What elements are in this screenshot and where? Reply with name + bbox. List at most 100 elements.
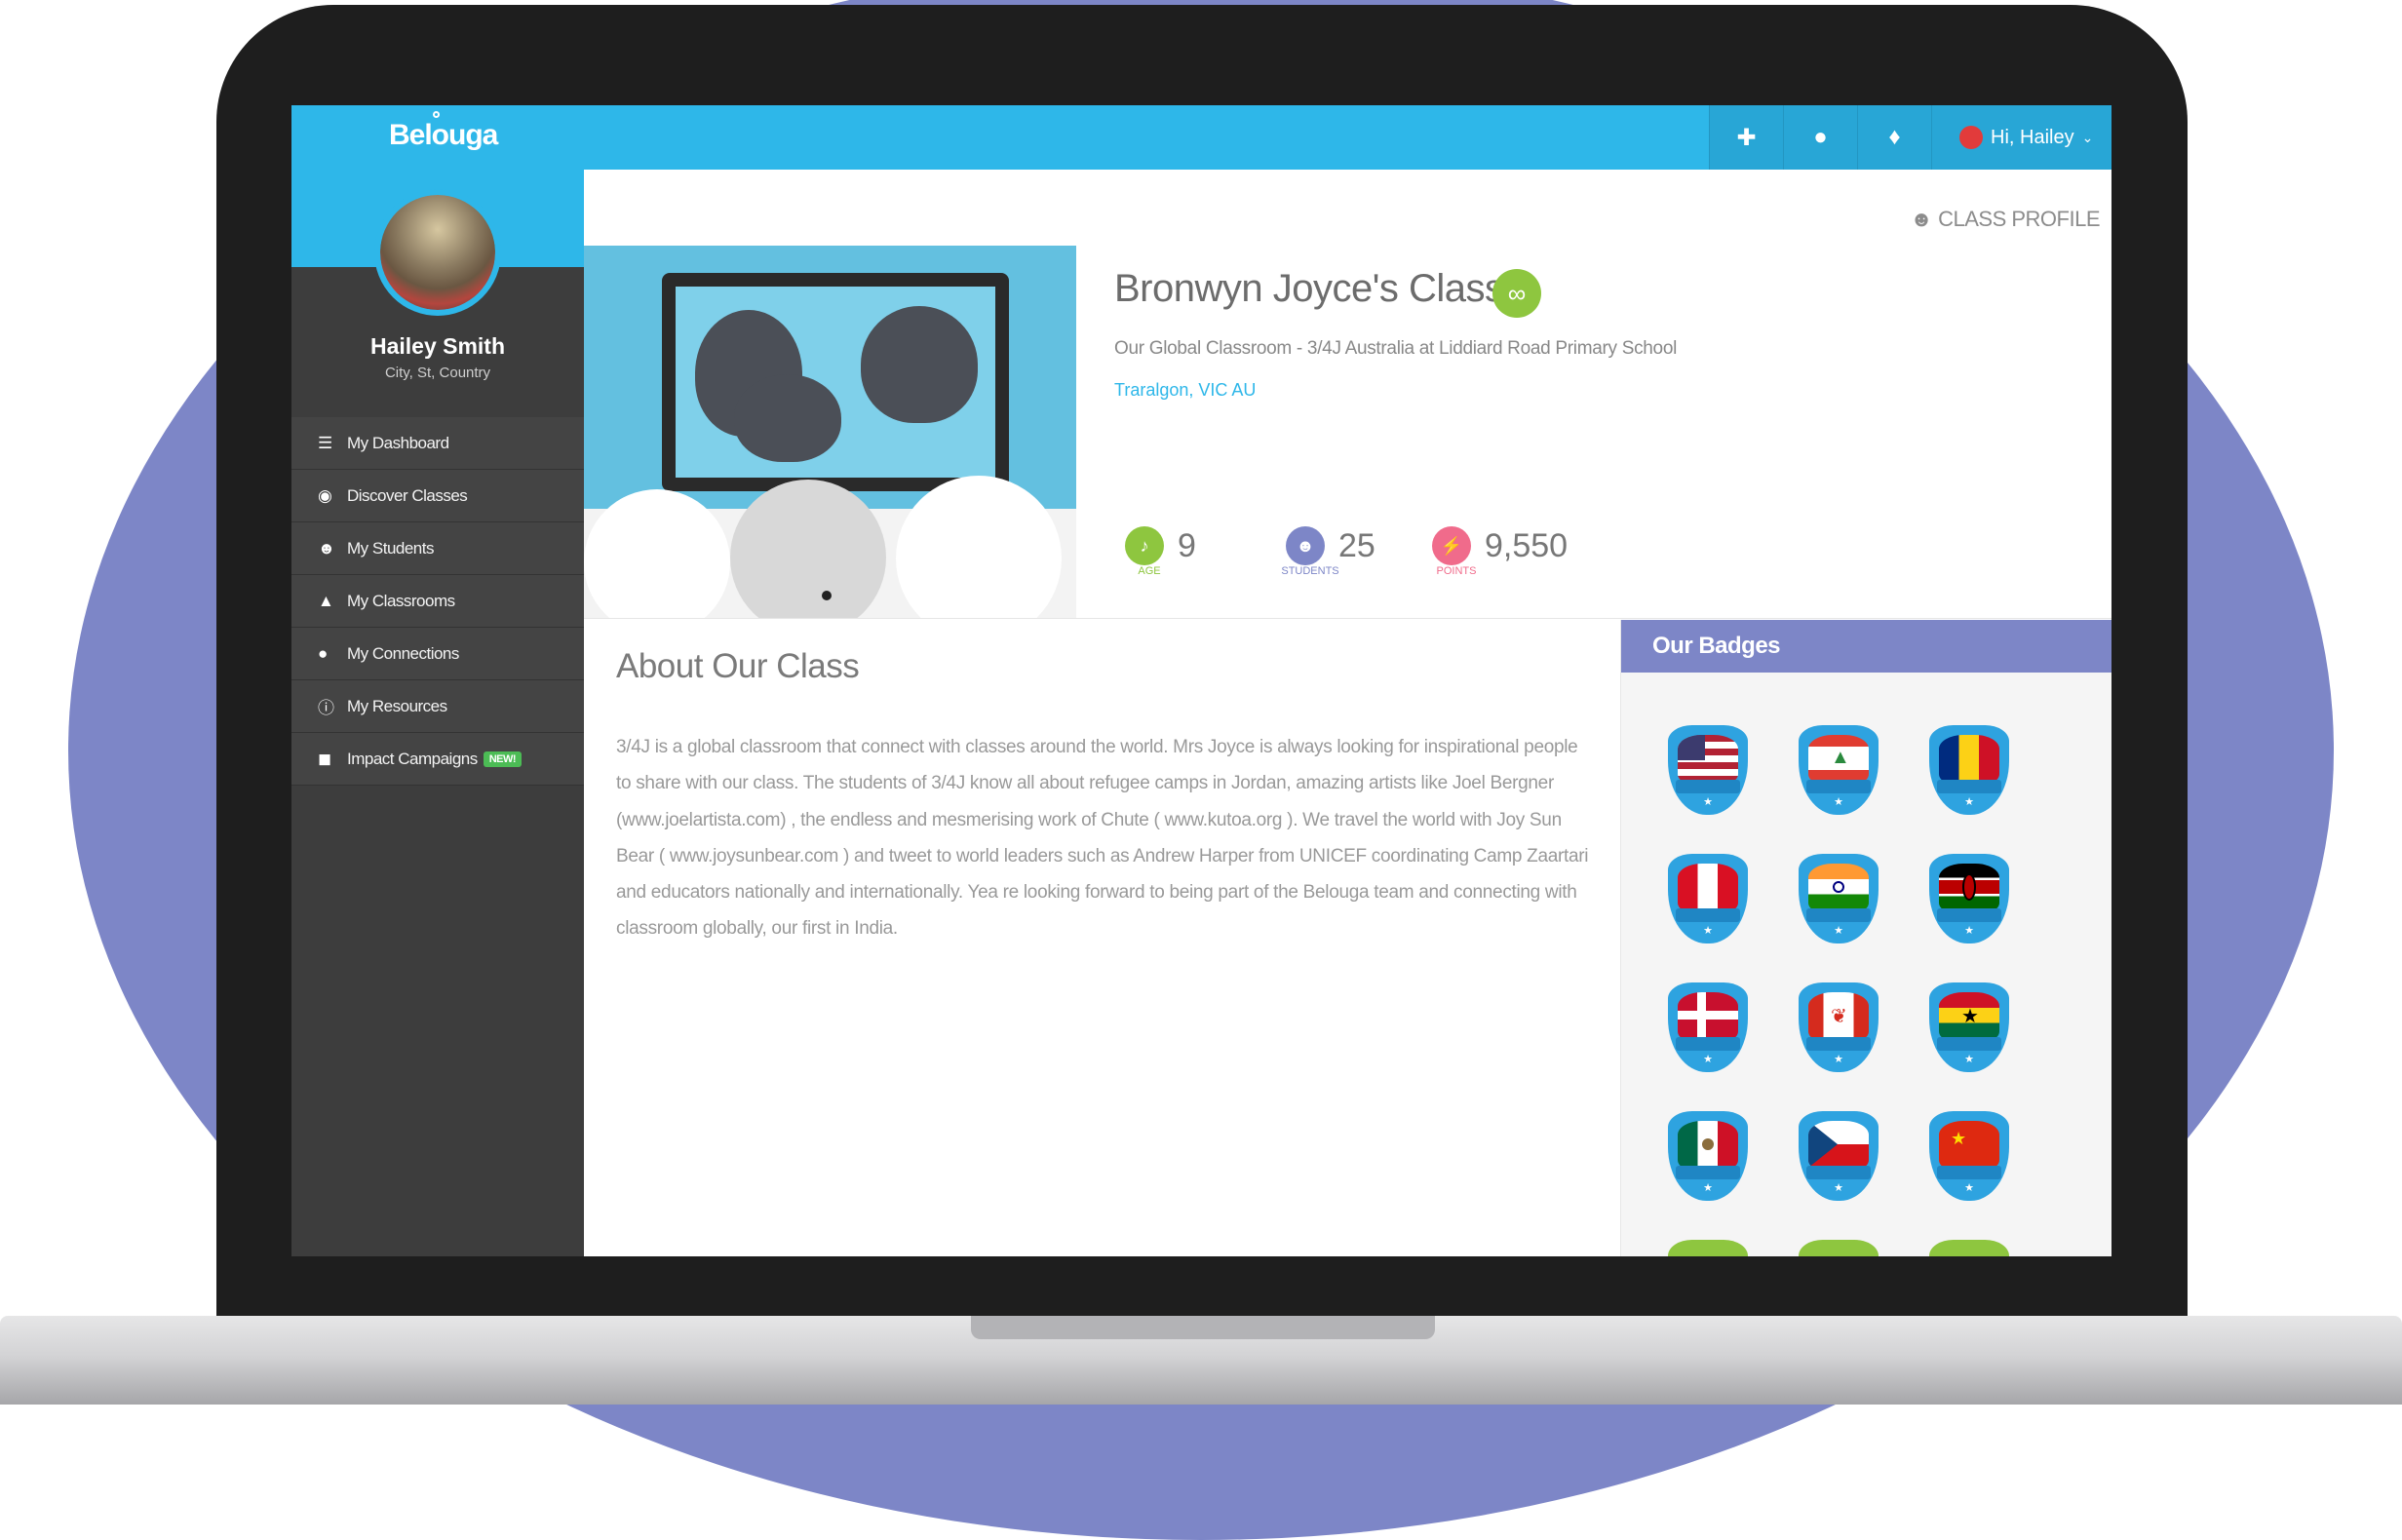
star-icon: ★ [1703,925,1713,937]
stat-label: POINTS [1436,565,1477,577]
main-content: ☻ CLASS PROFILE Bronwyn Joyce's Class ∞ O… [584,170,2111,1256]
sidebar-item-label: My Classrooms [347,591,455,610]
stat-value: 25 [1338,527,1375,564]
class-photo-avatar[interactable] [374,189,501,316]
carousel-dot[interactable] [822,591,832,600]
top-navbar: Belouga ✚ ● ♦ Hi, Hailey ⌄ [291,105,2111,170]
chat-bubbles-icon: ● [318,643,328,663]
add-friend-button[interactable]: ✚ [1709,105,1783,170]
star-icon: ★ [1703,1182,1713,1194]
star-icon: ★ [1964,796,1974,808]
logo-bubble [433,111,440,118]
students-icon: ☻ [1286,526,1325,565]
sidebar-item-my-classrooms[interactable]: ▲ My Classrooms [291,575,584,628]
badge-partial[interactable] [1929,1240,2009,1256]
sidebar-item-discover-classes[interactable]: ◉ Discover Classes [291,470,584,522]
badge-partial[interactable] [1668,1240,1748,1256]
stat-value: 9,550 [1485,527,1569,564]
illustration-kid [896,476,1062,618]
illustration-aquarium [676,287,995,478]
list-icon: ☰ [318,433,332,452]
badge-peru[interactable]: ★ [1668,854,1748,943]
badge-ghana[interactable]: ★ ★ [1929,982,2009,1072]
stat-label: AGE [1138,565,1161,577]
class-title: Bronwyn Joyce's Class [1114,267,1504,310]
sidebar-item-label: Impact Campaigns [347,749,478,768]
sidebar-item-my-connections[interactable]: ● My Connections [291,628,584,680]
illustration-whale [734,374,841,462]
star-icon: ★ [1834,796,1843,808]
star-icon: ★ [1834,1054,1843,1065]
star-icon: ★ [1964,1182,1974,1194]
star-icon: ★ [1834,925,1843,937]
badge-united-states[interactable]: ★ [1668,725,1748,815]
cake-icon: ♪ [1125,526,1164,565]
about-title: About Our Class [616,647,860,685]
user-avatar [1959,126,1983,149]
illustration-monitor [662,273,1009,491]
info-icon: ⓘ [318,699,334,717]
class-subtitle: Our Global Classroom - 3/4J Australia at… [1114,338,1678,359]
star-icon: ★ [1834,1182,1843,1194]
class-location-link[interactable]: Traralgon, VIC AU [1114,380,1256,401]
graduation-cap-icon: ▲ [318,591,334,610]
page-header-label: CLASS PROFILE [1938,207,2100,231]
badges-panel: Our Badges ★ ▲ ★ ★ ★ ★ ★ ★ ❦ ★ ★ ★ ★ ★ ★… [1620,620,2111,1256]
sidebar-item-label: Discover Classes [347,485,468,505]
notifications-button[interactable]: ♦ [1857,105,1931,170]
illustration-beluga [730,480,886,618]
section-divider [584,618,2111,619]
sidebar-item-impact-campaigns[interactable]: ◼ Impact Campaigns NEW! [291,733,584,786]
sidebar-item-my-students[interactable]: ☻ My Students [291,522,584,575]
stat-points: ⚡ POINTS 9,550 [1432,526,1569,577]
users-icon: ☻ [318,538,335,558]
chat-icon: ● [1813,124,1828,150]
badge-partial[interactable] [1799,1240,1879,1256]
sidebar-item-label: My Connections [347,643,459,663]
chevron-down-icon: ⌄ [2081,129,2094,145]
class-photo [380,195,495,310]
star-icon: ★ [1703,796,1713,808]
sidebar-menu: ☰ My Dashboard ◉ Discover Classes ☻ My S… [291,417,584,786]
badge-india[interactable]: ★ [1799,854,1879,943]
badge-czech-republic[interactable]: ★ [1799,1111,1879,1201]
messages-button[interactable]: ● [1783,105,1857,170]
about-text: 3/4J is a global classroom that connect … [616,737,1589,940]
lightning-icon: ⚡ [1432,526,1471,565]
add-user-icon: ✚ [1736,124,1757,151]
stat-label: STUDENTS [1281,565,1339,577]
badge-mexico[interactable]: ★ [1668,1111,1748,1201]
belouga-logo[interactable]: Belouga [389,119,498,152]
stat-age: ♪ AGE 9 [1125,526,1196,577]
badge-kenya[interactable]: ★ [1929,854,2009,943]
profile-location: City, St, Country [384,365,491,381]
badge-china[interactable]: ★ ★ [1929,1111,2009,1201]
user-menu[interactable]: Hi, Hailey ⌄ [1931,105,2111,170]
user-greeting: Hi, Hailey [1991,126,2074,148]
binoculars-icon: ◉ [318,485,332,505]
sidebar-item-my-resources[interactable]: ⓘ My Resources [291,680,584,733]
badge-lebanon[interactable]: ▲ ★ [1799,725,1879,815]
link-icon: ∞ [1507,278,1527,308]
connect-link-button[interactable]: ∞ [1492,269,1541,318]
sidebar: Hailey Smith City, St, Country ☰ My Dash… [291,170,584,1256]
stat-students: ☻ STUDENTS 25 [1281,526,1375,577]
new-badge: NEW! [483,751,523,767]
star-icon: ★ [1703,1054,1713,1065]
stat-value: 9 [1178,527,1196,564]
page-header: ☻ CLASS PROFILE [1910,207,2100,232]
star-icon: ★ [1964,925,1974,937]
star-icon: ★ [1964,1054,1974,1065]
sidebar-item-dashboard[interactable]: ☰ My Dashboard [291,417,584,470]
sidebar-item-label: My Resources [347,696,447,715]
badge-romania[interactable]: ★ [1929,725,2009,815]
badge-denmark[interactable]: ★ [1668,982,1748,1072]
shield-icon: ◼ [318,749,331,768]
badge-canada[interactable]: ❦ ★ [1799,982,1879,1072]
users-icon: ☻ [1910,207,1933,231]
laptop-notch [971,1316,1435,1339]
illustration-whale [861,306,978,423]
bell-icon: ♦ [1888,124,1901,150]
sidebar-item-label: My Dashboard [347,433,449,452]
class-banner-illustration [584,246,1076,618]
